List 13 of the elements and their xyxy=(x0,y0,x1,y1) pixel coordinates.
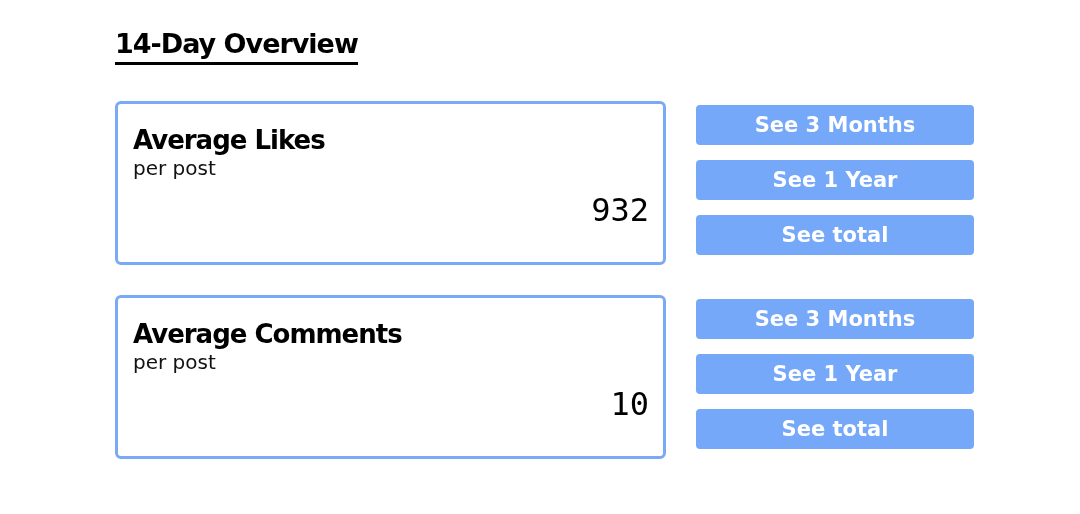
stat-title: Average Comments xyxy=(133,318,403,350)
stat-subtitle: per post xyxy=(133,350,217,374)
section-title: 14-Day Overview xyxy=(115,26,358,65)
range-button[interactable]: See 3 Months xyxy=(696,299,974,339)
stat-value: 932 xyxy=(591,190,649,230)
range-button[interactable]: See 1 Year xyxy=(696,160,974,200)
range-button[interactable]: See 1 Year xyxy=(696,354,974,394)
range-button[interactable]: See total xyxy=(696,409,974,449)
range-button[interactable]: See total xyxy=(696,215,974,255)
stat-title: Average Likes xyxy=(133,124,326,156)
stat-subtitle: per post xyxy=(133,156,217,180)
stat-value: 10 xyxy=(610,384,649,424)
range-button[interactable]: See 3 Months xyxy=(696,105,974,145)
